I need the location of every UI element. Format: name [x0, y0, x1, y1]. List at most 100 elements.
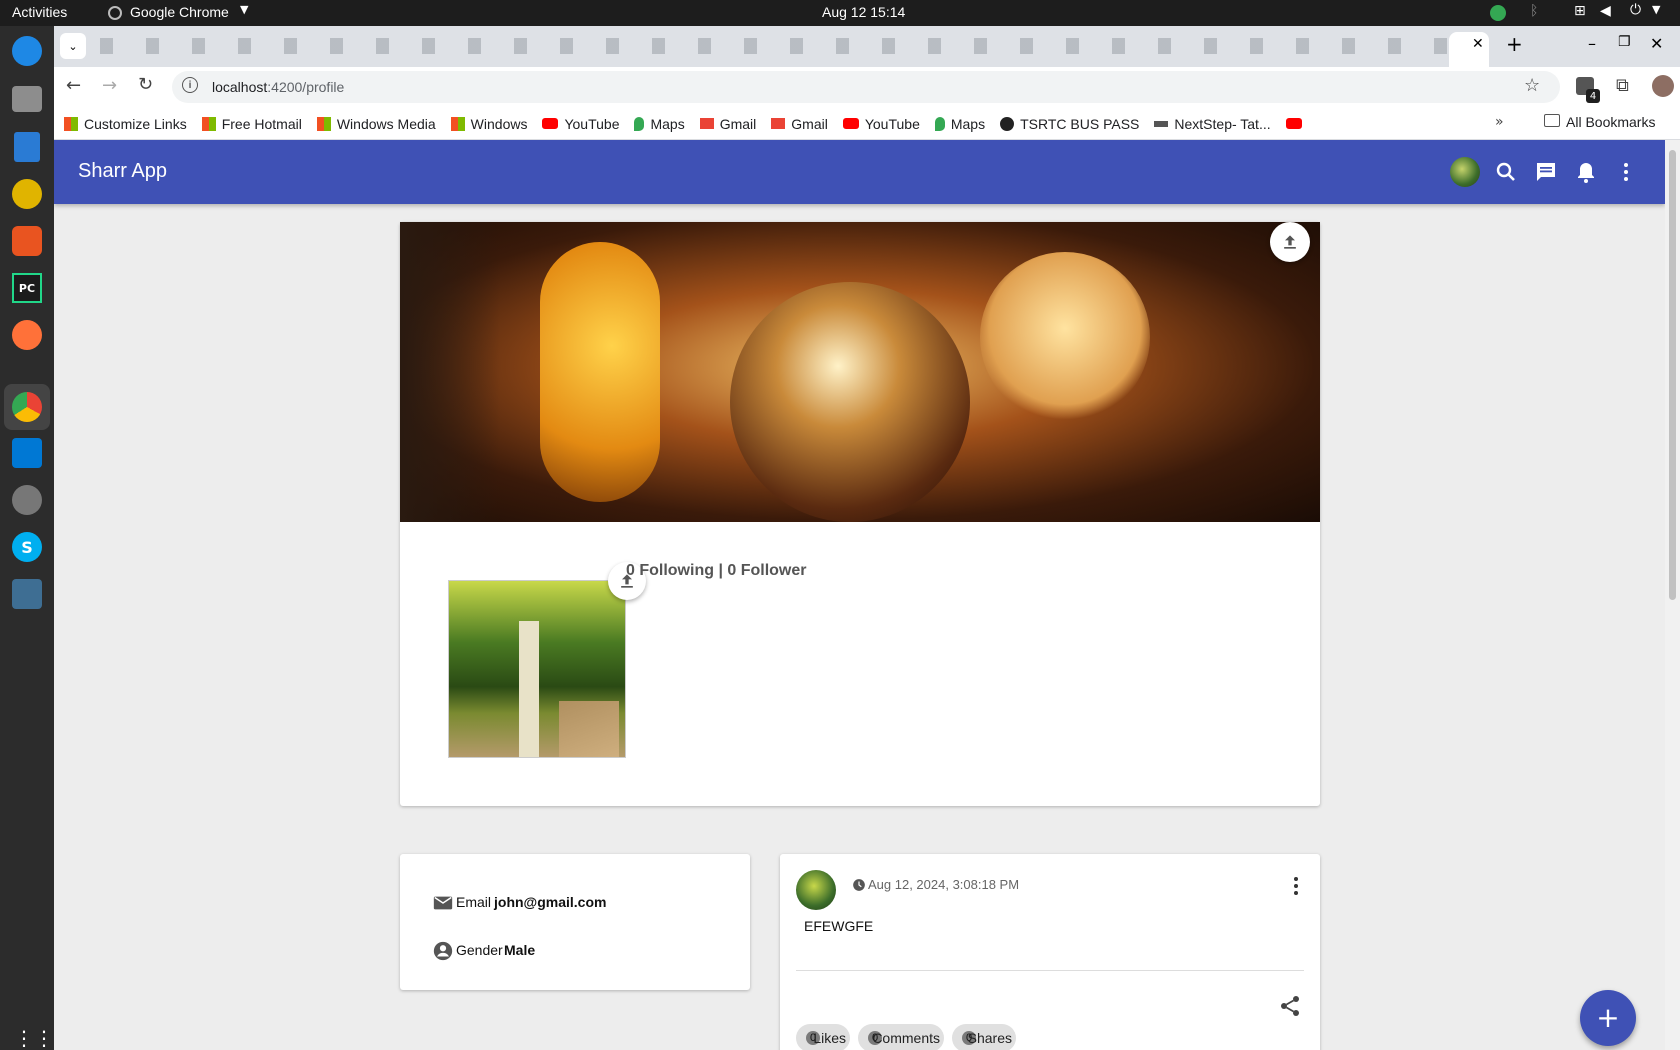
site-info-icon[interactable]: i [182, 77, 198, 93]
system-menu-chevron-icon[interactable]: ▼ [1652, 3, 1660, 16]
bookmark-item[interactable]: TSRTC BUS PASS [1000, 116, 1139, 132]
comments-chip[interactable]: 0 Comments [858, 1024, 944, 1050]
back-icon[interactable]: ← [66, 75, 81, 96]
bookmark-label: YouTube [564, 115, 620, 132]
account-circle-icon [433, 941, 453, 961]
more-vert-icon[interactable] [1614, 160, 1638, 184]
minimize-icon[interactable]: – [1588, 34, 1596, 53]
notifications-icon[interactable] [1574, 160, 1598, 184]
bookmarks-bar: Customize Links Free Hotmail Windows Media… [54, 107, 1680, 140]
bookmark-item[interactable]: YouTube [542, 116, 619, 132]
app-title[interactable]: Sharr App [78, 160, 167, 183]
bookmark-label: Customize Links [84, 115, 187, 132]
bookmark-label: Gmail [791, 115, 828, 132]
url-path: :4200/profile [267, 79, 345, 95]
bookmark-item[interactable]: Gmail [771, 116, 828, 132]
bookmark-item[interactable]: NextStep- Tat... [1154, 116, 1271, 132]
share-icon[interactable] [1278, 994, 1302, 1018]
reload-icon[interactable]: ↻ [138, 74, 153, 95]
files-icon[interactable] [12, 86, 42, 112]
forward-icon[interactable]: → [102, 75, 117, 96]
email-value: john@gmail.com [494, 894, 607, 910]
cover-photo [400, 222, 1320, 522]
shares-label: Shares [967, 1030, 1012, 1046]
thunderbird-icon[interactable] [12, 36, 42, 66]
power-icon[interactable]: ⏻ [1630, 2, 1641, 18]
windows-icon [450, 116, 465, 131]
tab-search-chevron-icon[interactable]: ⌄ [60, 33, 86, 59]
chrome-icon[interactable] [12, 392, 42, 422]
close-window-icon[interactable]: ✕ [1650, 34, 1663, 53]
app-menu-label[interactable]: Google Chrome [130, 4, 229, 20]
bookmark-item[interactable]: Maps [934, 116, 985, 132]
settings-icon[interactable] [12, 485, 42, 515]
gmail-icon [771, 118, 786, 129]
bookmark-item[interactable]: Maps [634, 116, 685, 132]
bookmark-item[interactable]: Free Hotmail [201, 116, 302, 132]
create-post-fab[interactable]: + [1580, 990, 1636, 1046]
youtube-icon [542, 118, 559, 129]
all-bookmarks-button[interactable]: All Bookmarks [1566, 114, 1655, 130]
upload-cover-button[interactable] [1270, 222, 1310, 262]
youtube-icon[interactable] [1285, 118, 1302, 129]
post-divider [796, 970, 1304, 971]
activities-button[interactable]: Activities [12, 4, 67, 20]
gender-label: Gender [456, 942, 503, 958]
tcs-icon [1154, 120, 1169, 127]
chat-icon[interactable] [1534, 160, 1558, 184]
firefox-icon[interactable] [12, 320, 42, 350]
extensions-puzzle-icon[interactable]: ⧉ [1616, 75, 1629, 96]
omnibox[interactable]: i localhost:4200/profile ☆ [172, 71, 1560, 103]
maps-icon [934, 116, 945, 131]
windows-icon [316, 116, 331, 131]
new-tab-icon[interactable]: + [1506, 32, 1523, 56]
pycharm-icon[interactable]: PC [12, 273, 42, 303]
post-author-avatar[interactable] [796, 870, 836, 910]
bookmark-item[interactable]: Windows [450, 116, 527, 132]
status-check-icon[interactable] [1490, 5, 1506, 21]
bookmark-item[interactable]: Windows Media [316, 116, 436, 132]
show-apps-icon[interactable]: ⋮⋮ [14, 1026, 54, 1050]
page-scrollbar[interactable] [1665, 140, 1680, 1050]
cover-wheel [540, 242, 660, 502]
chrome-app-icon [108, 6, 122, 20]
search-icon[interactable] [1494, 160, 1518, 184]
mysql-workbench-icon[interactable] [12, 579, 42, 609]
bookmark-item[interactable]: YouTube [842, 115, 920, 132]
writer-icon[interactable] [14, 132, 40, 162]
cover-shade [400, 222, 500, 522]
comments-label: Comments [872, 1030, 940, 1046]
maps-icon [634, 116, 645, 131]
tab-favicon-row[interactable] [100, 38, 1454, 54]
vscode-icon[interactable] [12, 438, 42, 468]
bookmark-label: YouTube [864, 115, 920, 132]
restore-icon[interactable]: ❐ [1618, 34, 1631, 50]
network-icon[interactable]: ⊞ [1574, 3, 1586, 19]
shares-chip[interactable]: 0 Shares [952, 1024, 1016, 1050]
page-viewport: Sharr App 0 Following | 0 Follower Email… [54, 140, 1680, 1050]
app-header: Sharr App [54, 140, 1665, 204]
bookmark-star-icon[interactable]: ☆ [1524, 75, 1540, 96]
post-menu-icon[interactable] [1284, 874, 1308, 898]
profile-picture[interactable] [448, 580, 626, 758]
clock[interactable]: Aug 12 15:14 [822, 4, 905, 20]
post-card: Aug 12, 2024, 3:08:18 PM EFEWGFE [780, 854, 1320, 1050]
likes-chip[interactable]: 0 Likes [796, 1024, 850, 1050]
bookmark-item[interactable]: Customize Links [64, 116, 187, 132]
bluetooth-icon[interactable]: ᛒ [1530, 3, 1538, 19]
more-bookmarks-icon[interactable]: » [1495, 114, 1504, 130]
post-timestamp: Aug 12, 2024, 3:08:18 PM [868, 877, 1020, 892]
bookmark-item[interactable]: Gmail [699, 116, 756, 132]
profile-avatar[interactable] [1652, 75, 1674, 97]
bookmark-list: Customize Links Free Hotmail Windows Media… [64, 107, 1302, 140]
dock: PC S ⋮⋮ [0, 26, 54, 1050]
scrollbar-thumb[interactable] [1669, 150, 1676, 600]
header-avatar[interactable] [1450, 157, 1480, 187]
app-menu-chevron-icon: ▼ [240, 3, 249, 16]
tab-close-icon[interactable]: ✕ [1472, 36, 1484, 52]
volume-icon[interactable]: ◀ [1600, 3, 1611, 19]
follow-stats: 0 Following | 0 Follower [626, 562, 807, 579]
skype-icon[interactable]: S [12, 532, 42, 562]
software-center-icon[interactable] [12, 226, 42, 256]
rhythmbox-icon[interactable] [12, 179, 42, 209]
